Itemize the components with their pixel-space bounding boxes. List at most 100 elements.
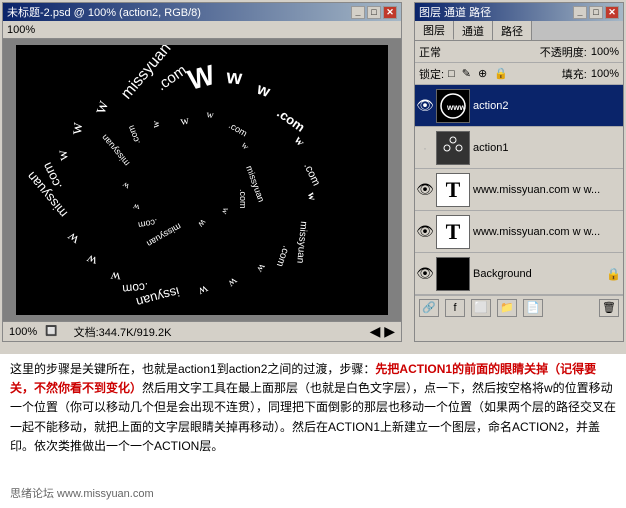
layer-row-background[interactable]: 👁 Background 🔒 [415, 253, 623, 295]
svg-text:missyuan: missyuan [294, 221, 309, 264]
bottom-description: 这里的步骤是关键所在，也就是action1到action2之间的过渡，步骤：先把… [10, 360, 616, 456]
svg-text:missyuan: missyuan [99, 133, 131, 169]
layers-minimize-btn[interactable]: _ [573, 6, 587, 19]
svg-text:.com: .com [227, 120, 249, 138]
tab-paths[interactable]: 路径 [493, 21, 532, 40]
fill-label: 填充: [562, 66, 587, 82]
svg-text:w: w [305, 191, 318, 201]
svg-text:www: www [446, 103, 466, 112]
fill-value: 100% [591, 68, 619, 80]
layer-new-group-btn[interactable]: 📁 [497, 299, 517, 317]
layer-name-text2: www.missyuan.com w w... [473, 226, 621, 238]
lock-label: 锁定: [419, 66, 444, 82]
canvas-statusbar: 100% 🔲 文档:344.7K/919.2K ◀ ▶ [3, 321, 401, 341]
canvas-window: 未标题-2.psd @ 100% (action2, RGB/8) _ □ ✕ … [2, 2, 402, 342]
close-button[interactable]: ✕ [383, 6, 397, 19]
svg-text:w: w [64, 228, 82, 247]
canvas-title: 未标题-2.psd @ 100% (action2, RGB/8) [7, 4, 201, 20]
lock-icons: □ ✎ ⊕ 🔒 [448, 67, 510, 80]
layer-name-text1: www.missyuan.com w w... [473, 184, 621, 196]
layer-row-action1[interactable]: · action1 [415, 127, 623, 169]
layer-row-text1[interactable]: 👁 T www.missyuan.com w w... [415, 169, 623, 211]
layers-close-btn[interactable]: ✕ [605, 6, 619, 19]
layer-thumb-action2: www [436, 89, 470, 123]
tab-layers[interactable]: 图层 [415, 21, 454, 40]
layer-row-action2[interactable]: 👁 www action2 [415, 85, 623, 127]
blend-mode-label: 正常 [419, 44, 441, 60]
layer-mask-btn[interactable]: ⬜ [471, 299, 491, 317]
svg-text:w: w [239, 140, 251, 152]
canvas-area: W w w .com w .com w missyuan .com [3, 39, 401, 321]
doc-info: 文档:344.7K/919.2K [74, 324, 172, 340]
svg-text:w: w [225, 275, 241, 292]
svg-text:.com: .com [274, 105, 307, 135]
svg-text:.com: .com [126, 124, 142, 146]
svg-text:.com: .com [122, 280, 149, 296]
svg-text:.com: .com [301, 161, 322, 188]
layer-thumb-text2: T [436, 215, 470, 249]
svg-text:W: W [185, 59, 219, 96]
layers-panel-buttons: _ □ ✕ [573, 6, 619, 19]
layer-eye-background[interactable]: 👁 [417, 266, 433, 282]
svg-text:w: w [220, 206, 232, 216]
layer-link-btn[interactable]: 🔗 [419, 299, 439, 317]
svg-text:w: w [151, 120, 162, 128]
layer-eye-text1[interactable]: 👁 [417, 182, 433, 198]
layers-tabs: 图层 通道 路径 [415, 21, 623, 41]
layer-eye-text2[interactable]: 👁 [417, 224, 433, 240]
svg-text:w: w [84, 250, 99, 268]
layers-panel-title: 图层 通道 路径 [419, 4, 491, 20]
tab-channels[interactable]: 通道 [454, 21, 493, 40]
svg-text:.com: .com [238, 189, 248, 209]
layer-thumb-background [436, 257, 470, 291]
layer-thumb-action1 [436, 131, 470, 165]
bottom-text-area: 这里的步骤是关键所在，也就是action1到action2之间的过渡，步骤：先把… [0, 352, 626, 508]
layer-thumb-text1: T [436, 173, 470, 207]
maximize-button[interactable]: □ [367, 6, 381, 19]
layers-lock-controls: 锁定: □ ✎ ⊕ 🔒 填充: 100% [415, 63, 623, 85]
svg-text:w: w [292, 133, 309, 149]
layers-maximize-btn[interactable]: □ [589, 6, 603, 19]
opacity-label: 不透明度: [540, 44, 587, 60]
svg-text:.com: .com [274, 244, 292, 268]
zoom-label: 100% [7, 24, 35, 36]
layer-name-action2: action2 [473, 100, 621, 112]
text-intro-1: 这里的步骤是关键所在，也就是action1到action2之间的过渡，步骤： [10, 362, 375, 376]
layer-style-btn[interactable]: f [445, 299, 465, 317]
layer-eye-action2[interactable]: 👁 [417, 98, 433, 114]
spiral-art: W w w .com w .com w missyuan .com [16, 45, 388, 315]
svg-text:w: w [205, 109, 215, 121]
svg-text:w: w [132, 202, 141, 213]
canvas-titlebar-buttons: _ □ ✕ [351, 6, 397, 19]
layers-panel-titlebar: 图层 通道 路径 _ □ ✕ [415, 3, 623, 21]
svg-text:w: w [196, 217, 209, 230]
svg-text:w: w [225, 66, 244, 89]
svg-text:w: w [54, 148, 72, 162]
photoshop-workspace: 未标题-2.psd @ 100% (action2, RGB/8) _ □ ✕ … [0, 0, 626, 355]
minimize-button[interactable]: _ [351, 6, 365, 19]
svg-text:w: w [254, 80, 273, 101]
layers-blend-controls: 正常 不透明度: 100% [415, 41, 623, 63]
canvas-image: W w w .com w .com w missyuan .com [16, 45, 388, 315]
opacity-value: 100% [591, 46, 619, 58]
layer-row-text2[interactable]: 👁 T www.missyuan.com w w... [415, 211, 623, 253]
svg-text:w: w [254, 261, 268, 274]
svg-text:w: w [109, 268, 121, 284]
layer-new-btn[interactable]: 📄 [523, 299, 543, 317]
svg-text:w: w [66, 121, 86, 136]
layer-lock-icon: 🔒 [606, 267, 621, 281]
canvas-toolbar: 100% [3, 21, 401, 39]
svg-text:w: w [196, 282, 211, 300]
svg-text:w: w [179, 113, 190, 128]
layers-panel: 图层 通道 路径 _ □ ✕ 图层 通道 路径 正常 不透明度: 100% 锁定… [414, 2, 624, 342]
zoom-status: 100% [9, 326, 37, 338]
layer-delete-btn[interactable]: 🗑 [599, 299, 619, 317]
canvas-titlebar: 未标题-2.psd @ 100% (action2, RGB/8) _ □ ✕ [3, 3, 401, 21]
svg-text:.com: .com [137, 217, 158, 230]
svg-text:w: w [120, 180, 131, 192]
layer-eye-action1[interactable]: · [417, 140, 433, 156]
layers-list: 👁 www action2 · [415, 85, 623, 295]
layers-bottom-toolbar: 🔗 f ⬜ 📁 📄 🗑 [415, 295, 623, 319]
svg-text:w: w [89, 97, 112, 116]
layer-name-background: Background [473, 268, 603, 280]
